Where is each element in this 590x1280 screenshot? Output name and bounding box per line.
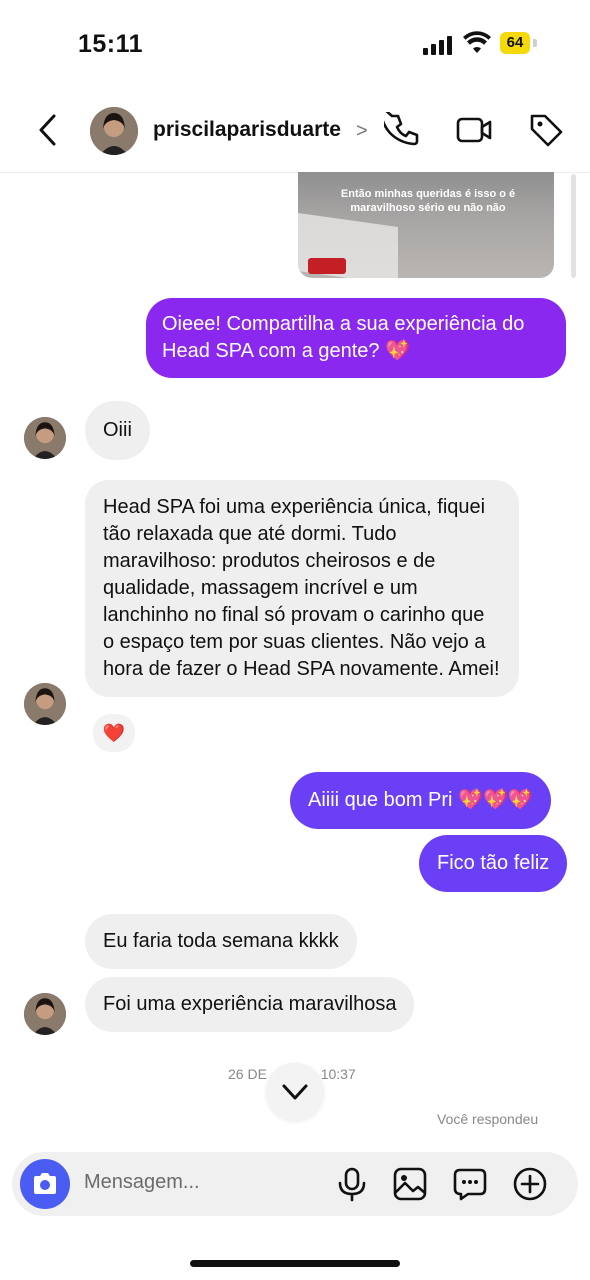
message-input[interactable]: Mensagem... bbox=[84, 1171, 200, 1194]
camera-icon bbox=[34, 1173, 56, 1194]
avatar[interactable] bbox=[24, 417, 66, 459]
home-indicator[interactable] bbox=[190, 1260, 400, 1267]
chat-header: priscilaparisduarte > bbox=[0, 90, 590, 173]
plus-icon[interactable] bbox=[512, 1166, 548, 1202]
date-divider-date: 26 DE bbox=[228, 1066, 267, 1082]
tag-icon[interactable] bbox=[528, 112, 564, 148]
username[interactable]: priscilaparisduarte bbox=[153, 118, 341, 142]
chevron-down-icon bbox=[282, 1084, 308, 1100]
clock: 15:11 bbox=[78, 30, 144, 58]
sticker-icon[interactable] bbox=[452, 1166, 488, 1202]
story-image-object bbox=[308, 258, 346, 274]
story-caption: Então minhas queridas é isso o é maravil… bbox=[340, 188, 516, 214]
outgoing-message[interactable]: Aiiii que bom Pri 💖💖💖 bbox=[290, 772, 551, 829]
incoming-message[interactable]: Oiii bbox=[85, 401, 150, 460]
avatar[interactable] bbox=[24, 993, 66, 1035]
gallery-icon[interactable] bbox=[392, 1166, 428, 1202]
incoming-message[interactable]: Head SPA foi uma experiência única, fiqu… bbox=[85, 480, 519, 697]
message-composer: Mensagem... bbox=[12, 1152, 578, 1216]
status-bar: 15:11 64 bbox=[0, 0, 590, 90]
outgoing-message[interactable]: Oieee! Compartilha a sua experiência do … bbox=[146, 298, 566, 378]
microphone-icon[interactable] bbox=[334, 1166, 370, 1202]
avatar[interactable] bbox=[90, 107, 138, 155]
wifi-icon bbox=[463, 31, 491, 53]
incoming-message[interactable]: Foi uma experiência maravilhosa bbox=[85, 977, 415, 1032]
replied-label: Você respondeu bbox=[437, 1111, 539, 1127]
phone-icon[interactable] bbox=[384, 112, 420, 148]
heart-reaction-icon[interactable]: ❤️ bbox=[91, 712, 137, 754]
outgoing-message[interactable]: Fico tão feliz bbox=[419, 835, 568, 892]
video-call-icon[interactable] bbox=[456, 112, 492, 148]
back-icon[interactable] bbox=[34, 112, 62, 148]
battery-indicator: 64 bbox=[500, 32, 530, 54]
chevron-right-icon[interactable]: > bbox=[356, 120, 368, 143]
story-reply-preview[interactable]: Então minhas queridas é isso o é maravil… bbox=[298, 172, 554, 278]
incoming-message[interactable]: Eu faria toda semana kkkk bbox=[85, 914, 357, 969]
scrollbar[interactable] bbox=[571, 174, 576, 278]
camera-button[interactable] bbox=[20, 1159, 70, 1209]
signal-icon bbox=[423, 35, 453, 55]
avatar[interactable] bbox=[24, 683, 66, 725]
scroll-to-bottom-button[interactable] bbox=[266, 1063, 324, 1121]
battery-tip bbox=[533, 39, 537, 47]
date-divider-time: 10:37 bbox=[320, 1066, 356, 1082]
